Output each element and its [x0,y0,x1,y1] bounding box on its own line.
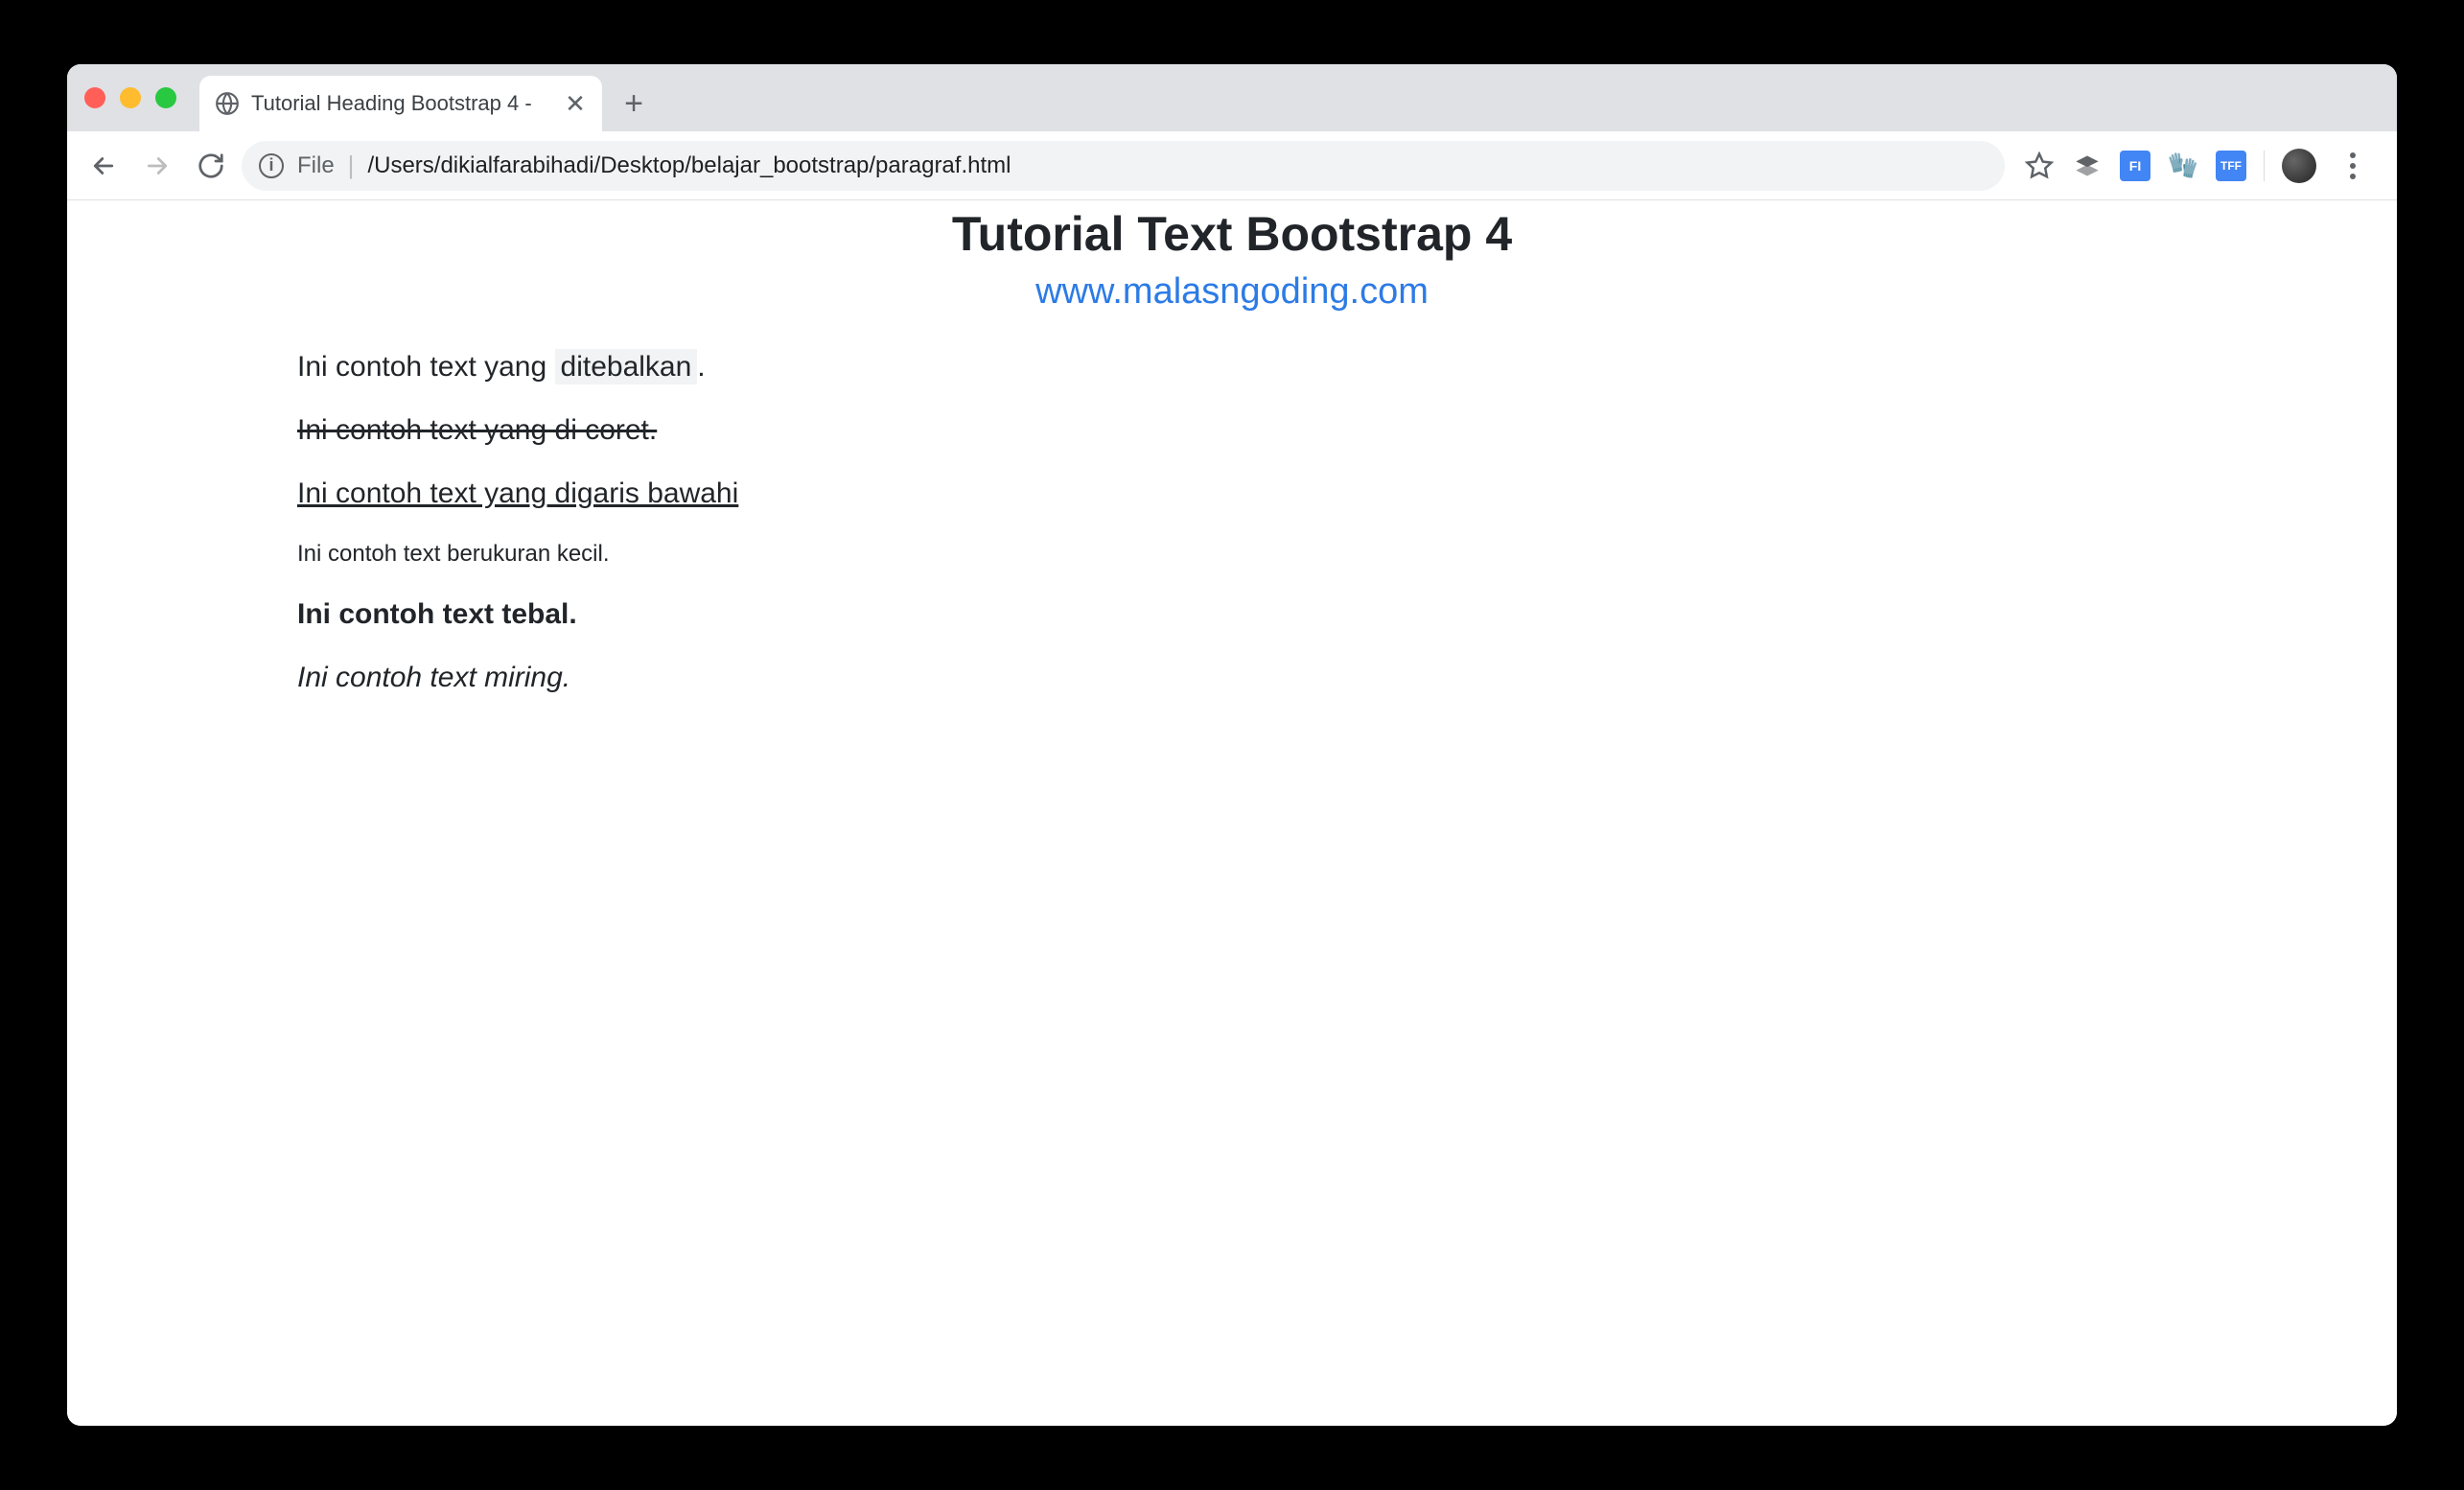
window-controls [84,87,176,108]
paragraph-mark: Ini contoh text yang ditebalkan. [297,351,2167,384]
maximize-window-button[interactable] [155,87,176,108]
text-prefix: Ini contoh text yang [297,351,555,383]
paragraph-small: Ini contoh text berukuran kecil. [297,541,2167,568]
site-info-icon[interactable]: i [259,153,284,178]
extension-fi-icon[interactable]: FI [2120,151,2150,181]
globe-icon [215,91,240,116]
toolbar: i File | /Users/dikialfarabihadi/Desktop… [67,131,2397,200]
reload-button[interactable] [188,143,234,189]
paragraph-bold: Ini contoh text tebal. [297,598,2167,631]
browser-window: Tutorial Heading Bootstrap 4 - ✕ + i Fil… [67,64,2397,1426]
page-content: Tutorial Text Bootstrap 4 www.malasngodi… [67,200,2397,694]
extension-tff-icon[interactable]: TFF [2216,151,2246,181]
paragraph-italic: Ini contoh text miring. [297,662,2167,694]
paragraph-strikethrough: Ini contoh text yang di coret. [297,414,2167,447]
new-tab-button[interactable]: + [610,80,658,128]
bookmark-star-button[interactable] [2024,151,2055,181]
browser-tab[interactable]: Tutorial Heading Bootstrap 4 - ✕ [199,76,602,131]
forward-button[interactable] [134,143,180,189]
paragraph-underline: Ini contoh text yang digaris bawahi [297,477,2167,510]
viewport: Tutorial Text Bootstrap 4 www.malasngodi… [67,200,2397,1426]
page-heading: Tutorial Text Bootstrap 4 [67,206,2397,262]
extension-icons: FI 🧤 TFF [2024,149,2372,183]
url-path: /Users/dikialfarabihadi/Desktop/belajar_… [367,152,1987,179]
mark-text: ditebalkan [555,349,698,384]
profile-avatar[interactable] [2282,149,2316,183]
toolbar-separator [2264,151,2265,181]
url-separator: | [348,151,355,180]
close-tab-button[interactable]: ✕ [564,89,587,119]
minimize-window-button[interactable] [120,87,141,108]
browser-menu-button[interactable] [2334,152,2372,179]
close-window-button[interactable] [84,87,105,108]
text-suffix: . [697,351,705,383]
back-button[interactable] [81,143,127,189]
extension-layers-icon[interactable] [2072,151,2103,181]
body-text: Ini contoh text yang ditebalkan. Ini con… [67,351,2397,694]
address-bar[interactable]: i File | /Users/dikialfarabihadi/Desktop… [242,141,2005,191]
tab-title: Tutorial Heading Bootstrap 4 - [251,91,552,116]
page-subheading-link[interactable]: www.malasngoding.com [67,271,2397,313]
url-scheme: File [297,152,335,179]
extension-gloves-icon[interactable]: 🧤 [2168,151,2198,181]
tab-bar: Tutorial Heading Bootstrap 4 - ✕ + [67,64,2397,131]
